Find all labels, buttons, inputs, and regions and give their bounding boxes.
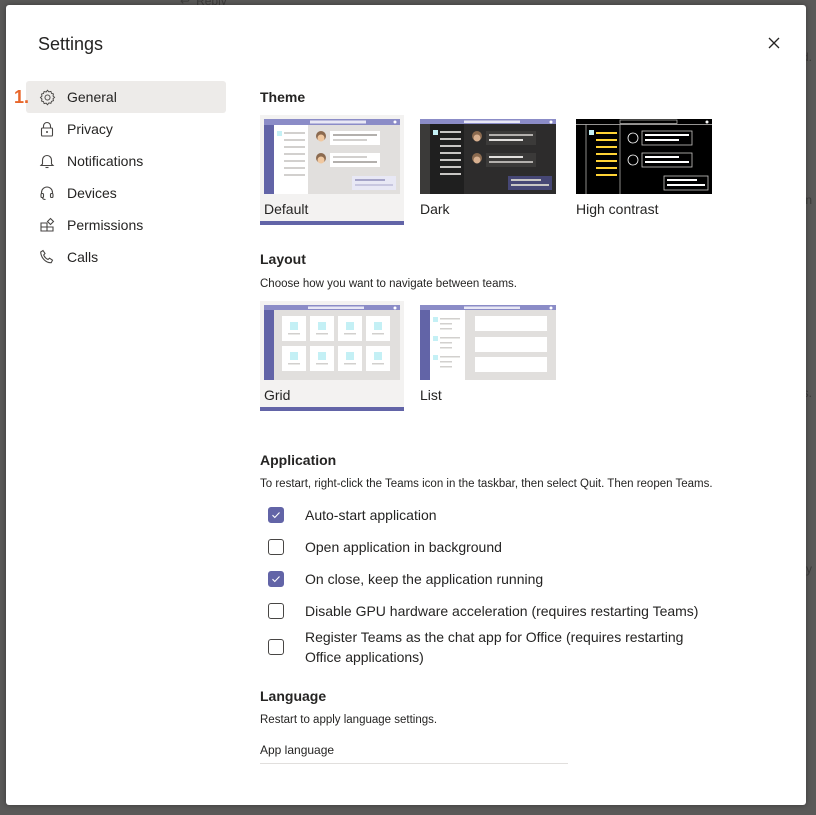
- checkbox-box[interactable]: [268, 539, 284, 555]
- language-heading: Language: [260, 688, 327, 704]
- checkbox-box[interactable]: [268, 507, 284, 523]
- theme-option-label: High contrast: [576, 201, 659, 217]
- settings-sidebar: 1. General Privacy Notifications Devices: [14, 81, 226, 273]
- checkbox-label: On close, keep the application running: [305, 571, 544, 587]
- theme-option-high-contrast[interactable]: High contrast: [572, 115, 716, 225]
- checkbox-auto-start[interactable]: Auto-start application: [268, 505, 437, 525]
- layout-option-list[interactable]: List: [416, 301, 560, 411]
- checkbox-box[interactable]: [268, 571, 284, 587]
- sidebar-item-permissions[interactable]: Permissions: [26, 209, 226, 241]
- checkbox-open-in-background[interactable]: Open application in background: [268, 537, 502, 557]
- lock-icon: [38, 120, 56, 138]
- layout-heading: Layout: [260, 251, 306, 267]
- background-text-fragment: y: [806, 562, 812, 576]
- theme-option-dark[interactable]: Dark: [416, 115, 560, 225]
- application-heading: Application: [260, 452, 337, 468]
- checkbox-disable-gpu[interactable]: Disable GPU hardware acceleration (requi…: [268, 601, 698, 621]
- sidebar-item-devices[interactable]: Devices: [26, 177, 226, 209]
- checkbox-label: Open application in background: [305, 539, 502, 555]
- background-text-fragment: n: [805, 193, 812, 207]
- sidebar-item-label: Privacy: [67, 121, 113, 137]
- headset-icon: [38, 184, 56, 202]
- layout-option-grid[interactable]: Grid: [260, 301, 404, 411]
- dialog-title: Settings: [38, 34, 104, 54]
- theme-heading: Theme: [260, 89, 306, 105]
- app-language-field[interactable]: App language: [260, 743, 568, 764]
- theme-option-default[interactable]: Default: [260, 115, 404, 225]
- theme-option-label: Dark: [420, 201, 450, 217]
- close-icon: [768, 37, 780, 49]
- sidebar-item-label: Permissions: [67, 217, 144, 233]
- sidebar-item-label: Devices: [67, 185, 117, 201]
- phone-icon: [38, 248, 56, 266]
- sidebar-item-privacy[interactable]: Privacy: [26, 113, 226, 145]
- theme-option-label: Default: [264, 201, 309, 217]
- layout-description: Choose how you want to navigate between …: [260, 278, 517, 290]
- theme-default-preview: [264, 119, 400, 194]
- sidebar-item-general[interactable]: 1. General: [14, 81, 226, 113]
- settings-dialog: Settings 1. General Privacy Notification…: [6, 5, 806, 805]
- step-marker: 1.: [14, 87, 30, 107]
- layout-option-label: Grid: [264, 387, 291, 403]
- checkmark-icon: [272, 512, 280, 519]
- layout-list-preview: [420, 305, 556, 380]
- layout-grid-preview: [264, 305, 400, 380]
- layout-option-label: List: [420, 387, 442, 403]
- checkmark-icon: [272, 576, 280, 583]
- bell-icon: [38, 152, 56, 170]
- checkbox-box[interactable]: [268, 639, 284, 655]
- close-button[interactable]: [766, 35, 782, 51]
- checkbox-keep-running-on-close[interactable]: On close, keep the application running: [268, 569, 543, 589]
- application-description: To restart, right-click the Teams icon i…: [260, 478, 713, 490]
- sidebar-item-calls[interactable]: Calls: [26, 241, 226, 273]
- sidebar-item-label: Calls: [67, 249, 99, 265]
- checkbox-box[interactable]: [268, 603, 284, 619]
- language-description: Restart to apply language settings.: [260, 714, 438, 726]
- theme-dark-preview: [420, 119, 556, 194]
- checkbox-register-chat-app[interactable]: Register Teams as the chat app for Offic…: [268, 627, 708, 667]
- sidebar-item-notifications[interactable]: Notifications: [26, 145, 226, 177]
- sidebar-item-label: General: [67, 89, 117, 105]
- checkbox-label: Register Teams as the chat app for Offic…: [305, 629, 684, 665]
- app-language-label: App language: [260, 743, 335, 757]
- apps-icon: [38, 216, 56, 234]
- sidebar-item-label: Notifications: [67, 153, 144, 169]
- theme-high-contrast-preview: [576, 119, 712, 194]
- checkbox-label: Disable GPU hardware acceleration (requi…: [305, 603, 699, 619]
- checkbox-label: Auto-start application: [305, 507, 437, 523]
- gear-icon: [38, 88, 56, 106]
